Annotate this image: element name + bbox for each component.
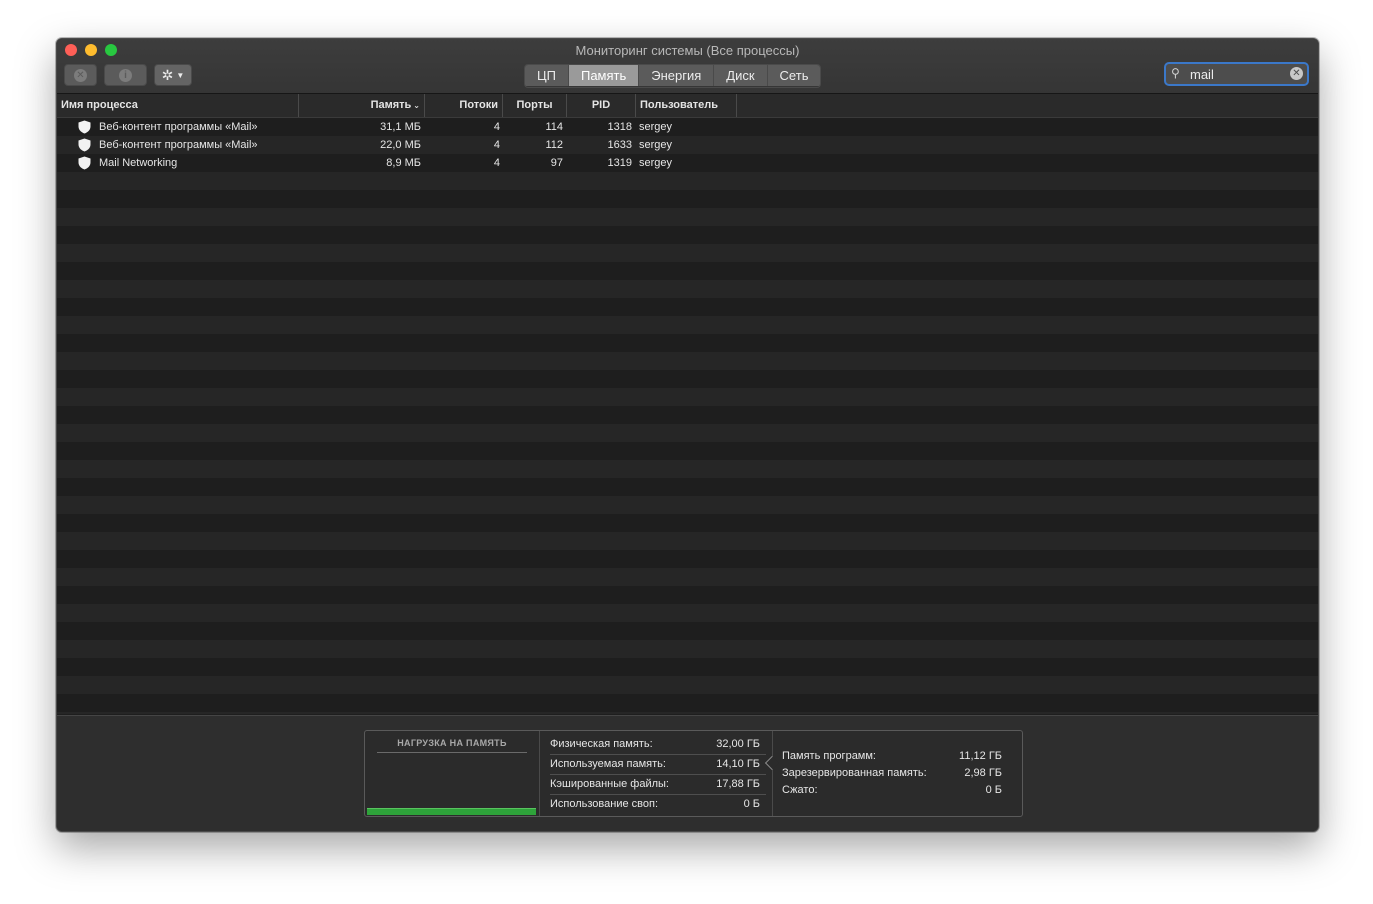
sort-descending-icon: ⌄ [413, 101, 420, 110]
process-pid: 1633 [607, 139, 632, 151]
table-row[interactable]: Mail Networking 8,9 МБ 4 97 1319 sergey [57, 154, 1318, 172]
shield-icon [78, 120, 91, 134]
window-title: Мониторинг системы (Все процессы) [575, 43, 800, 58]
column-header-ports[interactable]: Порты [503, 94, 567, 117]
tab-disk[interactable]: Диск [714, 65, 768, 86]
stat-physical-memory: Физическая память: 32,00 ГБ [550, 734, 766, 755]
stat-value: 0 Б [985, 784, 1002, 796]
stat-wired-memory: Зарезервированная память: 2,98 ГБ [782, 765, 1008, 782]
column-header-threads[interactable]: Потоки [425, 94, 503, 117]
process-name: Веб-контент программы «Mail» [99, 121, 258, 133]
memory-pressure: НАГРУЗКА НА ПАМЯТЬ [365, 731, 540, 816]
quit-process-button[interactable]: ✕ [64, 64, 97, 86]
process-threads: 4 [493, 157, 500, 169]
shield-icon [78, 156, 91, 170]
action-menu-button[interactable]: ✲ ▼ [154, 64, 192, 86]
stat-value: 14,10 ГБ [716, 758, 760, 770]
stat-compressed: Сжато: 0 Б [782, 782, 1008, 799]
title-bar: Мониторинг системы (Все процессы) ✕ i ✲ … [57, 39, 1318, 94]
process-user: sergey [639, 157, 673, 169]
tab-network[interactable]: Сеть [767, 65, 821, 86]
process-ports: 114 [545, 121, 563, 133]
table-row[interactable]: Веб-контент программы «Mail» 22,0 МБ 4 1… [57, 136, 1318, 154]
process-user: sergey [639, 139, 673, 151]
table-header: Имя процесса Память ⌄ Потоки Порты PID По… [57, 94, 1318, 118]
process-pid: 1319 [607, 157, 632, 169]
search-icon: ⚲ [1171, 66, 1180, 80]
activity-monitor-window: Мониторинг системы (Все процессы) ✕ i ✲ … [56, 38, 1319, 832]
column-header-pid[interactable]: PID [567, 94, 636, 117]
stat-label: Сжато: [782, 784, 818, 796]
memory-summary-panel: НАГРУЗКА НА ПАМЯТЬ Физическая память: 32… [57, 715, 1318, 831]
stat-value: 17,88 ГБ [716, 778, 760, 790]
process-name: Mail Networking [99, 157, 178, 169]
clear-search-icon[interactable]: ✕ [1290, 67, 1303, 80]
inspect-process-button[interactable]: i [104, 64, 147, 86]
column-header-memory-label: Память [370, 99, 412, 111]
stat-value: 11,12 ГБ [959, 750, 1002, 762]
column-header-memory[interactable]: Память ⌄ [299, 94, 425, 117]
info-icon: i [119, 68, 132, 82]
memory-pressure-title: НАГРУЗКА НА ПАМЯТЬ [377, 738, 527, 753]
chevron-down-icon: ▼ [176, 70, 185, 80]
process-name: Веб-контент программы «Mail» [99, 139, 258, 151]
stat-label: Зарезервированная память: [782, 767, 927, 779]
memory-stats-box: НАГРУЗКА НА ПАМЯТЬ Физическая память: 32… [364, 730, 1023, 817]
process-threads: 4 [493, 121, 500, 133]
search-input[interactable] [1190, 65, 1285, 83]
process-table: Веб-контент программы «Mail» 31,1 МБ 4 1… [57, 118, 1318, 714]
search-field[interactable]: ⚲ ✕ [1164, 62, 1309, 86]
column-header-user[interactable]: Пользователь [636, 94, 737, 117]
process-memory: 8,9 МБ [386, 157, 421, 169]
tab-energy[interactable]: Энергия [639, 65, 715, 86]
tab-cpu[interactable]: ЦП [525, 65, 569, 86]
stat-app-memory: Память программ: 11,12 ГБ [782, 748, 1008, 765]
tab-memory[interactable]: Память [568, 65, 640, 86]
stat-label: Память программ: [782, 750, 876, 762]
stat-cached-files: Кэшированные файлы: 17,88 ГБ [550, 774, 766, 795]
stat-value: 0 Б [743, 798, 760, 810]
process-memory: 22,0 МБ [380, 139, 421, 151]
gear-icon: ✲ [161, 67, 174, 83]
stat-label: Используемая память: [550, 758, 666, 770]
process-ports: 97 [550, 157, 563, 169]
stat-swap-used: Использование своп: 0 Б [550, 794, 766, 814]
table-row[interactable]: Веб-контент программы «Mail» 31,1 МБ 4 1… [57, 118, 1318, 136]
stat-memory-used: Используемая память: 14,10 ГБ [550, 754, 766, 775]
process-user: sergey [639, 121, 673, 133]
process-ports: 112 [545, 139, 563, 151]
process-threads: 4 [493, 139, 500, 151]
stat-value: 32,00 ГБ [716, 738, 760, 750]
stat-label: Использование своп: [550, 798, 659, 810]
memory-pressure-graph [367, 808, 536, 815]
stat-label: Физическая память: [550, 738, 653, 750]
memory-stats: Физическая память: 32,00 ГБ Используемая… [540, 731, 773, 816]
stat-label: Кэшированные файлы: [550, 778, 669, 790]
shield-icon [78, 138, 91, 152]
process-pid: 1318 [607, 121, 632, 133]
process-memory: 31,1 МБ [380, 121, 421, 133]
column-header-name[interactable]: Имя процесса [57, 94, 299, 117]
close-x-icon: ✕ [74, 68, 87, 82]
stat-value: 2,98 ГБ [964, 767, 1002, 779]
memory-used-breakdown: Память программ: 11,12 ГБ Зарезервирован… [773, 731, 1022, 816]
category-tabs: ЦП Память Энергия Диск Сеть [524, 64, 822, 88]
